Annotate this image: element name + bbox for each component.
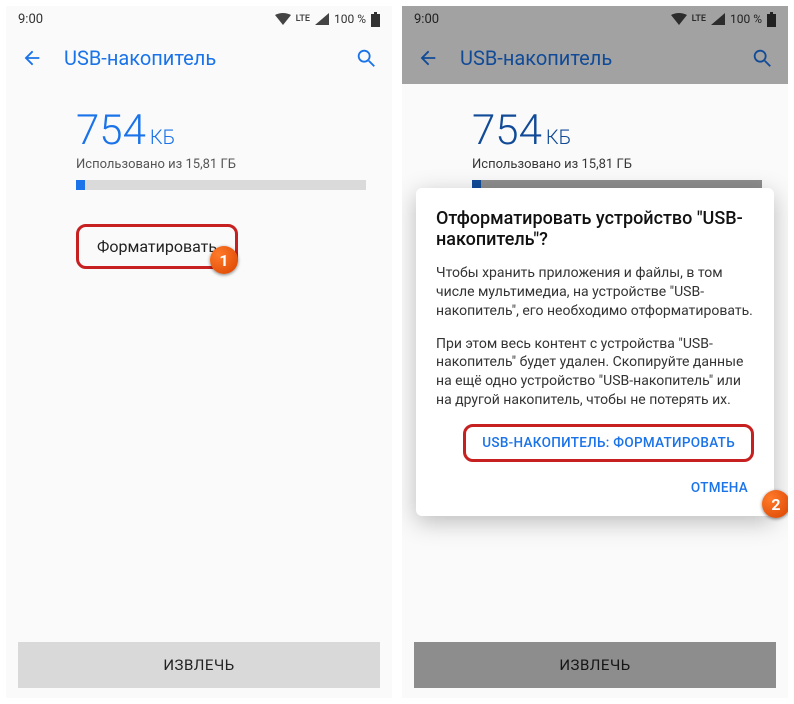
eject-button[interactable]: ИЗВЛЕЧЬ — [414, 642, 776, 688]
storage-subtext: Использовано из 15,81 ГБ — [472, 157, 762, 172]
battery-label: 100 % — [334, 12, 366, 26]
app-bar: USB-накопитель — [6, 32, 392, 84]
annotation-1: 1 — [210, 246, 238, 274]
storage-progress — [76, 180, 366, 190]
dialog-actions: USB-НАКОПИТЕЛЬ: ФОРМАТИРОВАТЬ ОТМЕНА — [436, 424, 754, 504]
storage-amount: 754 — [472, 106, 542, 155]
storage-subtext: Использовано из 15,81 ГБ — [76, 157, 366, 172]
signal-icon — [315, 13, 329, 25]
battery-icon — [767, 12, 776, 27]
storage-used: 754КБ — [472, 106, 762, 155]
status-right: LTE 100 % — [671, 12, 776, 27]
signal-icon — [711, 13, 725, 25]
battery-label: 100 % — [730, 12, 762, 26]
dialog-text-2: При этом весь контент с устройства "USB-… — [436, 335, 754, 411]
search-button[interactable] — [750, 46, 774, 70]
back-button[interactable] — [416, 46, 440, 70]
storage-amount: 754 — [76, 106, 146, 155]
status-right: LTE 100 % — [275, 12, 380, 27]
network-label: LTE — [296, 14, 310, 24]
wifi-icon — [275, 13, 291, 25]
dialog-confirm-button[interactable]: USB-НАКОПИТЕЛЬ: ФОРМАТИРОВАТЬ — [463, 424, 754, 462]
page-title: USB-накопитель — [64, 46, 334, 70]
phone-right: 9:00 LTE 100 % USB-накопитель 754КБ Испо… — [402, 6, 788, 698]
storage-used: 754КБ — [76, 106, 366, 155]
page-title: USB-накопитель — [460, 46, 730, 70]
storage-unit: КБ — [150, 125, 175, 149]
phone-left: 9:00 LTE 100 % USB-накопитель 754КБ Испо… — [6, 6, 392, 698]
back-button[interactable] — [20, 46, 44, 70]
dialog-title: Отформатировать устройство "USB-накопите… — [436, 208, 754, 250]
storage-panel: 754КБ Использовано из 15,81 ГБ Форматиро… — [6, 84, 392, 642]
network-label: LTE — [692, 14, 706, 24]
status-bar: 9:00 LTE 100 % — [402, 6, 788, 32]
annotation-2: 2 — [762, 490, 788, 518]
status-time: 9:00 — [414, 12, 439, 27]
wifi-icon — [671, 13, 687, 25]
eject-button[interactable]: ИЗВЛЕЧЬ — [18, 642, 380, 688]
battery-icon — [371, 12, 380, 27]
format-dialog: Отформатировать устройство "USB-накопите… — [416, 188, 774, 516]
storage-unit: КБ — [546, 125, 571, 149]
app-bar: USB-накопитель — [402, 32, 788, 84]
status-bar: 9:00 LTE 100 % — [6, 6, 392, 32]
search-button[interactable] — [354, 46, 378, 70]
dialog-cancel-button[interactable]: ОТМЕНА — [685, 472, 754, 504]
dialog-text-1: Чтобы хранить приложения и файлы, в том … — [436, 264, 754, 321]
status-time: 9:00 — [18, 12, 43, 27]
